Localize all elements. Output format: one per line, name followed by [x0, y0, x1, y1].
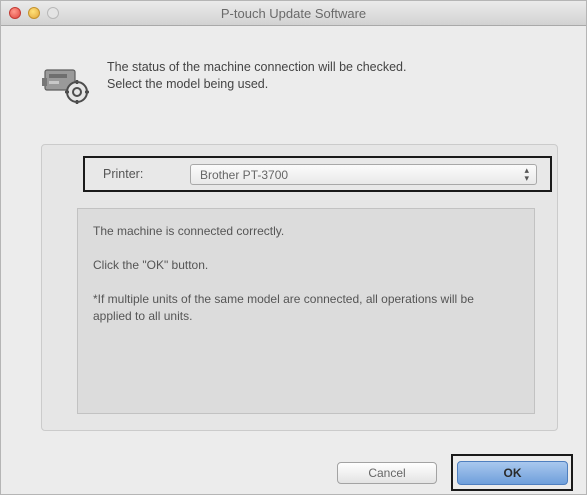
printer-row: Printer: Brother PT-3700 ▴ ▾ — [83, 156, 552, 192]
intro-line-1: The status of the machine connection wil… — [107, 60, 407, 74]
updown-arrows-icon: ▴ ▾ — [524, 165, 529, 183]
cancel-button[interactable]: Cancel — [337, 462, 437, 484]
ok-button[interactable]: OK — [457, 461, 568, 485]
printer-select-value: Brother PT-3700 — [200, 168, 289, 182]
status-message-line-2: Click the "OK" button. — [93, 258, 209, 272]
machine-connection-icon — [42, 69, 89, 104]
status-message-line-3: *If multiple units of the same model are… — [93, 292, 474, 323]
printer-label: Printer: — [103, 167, 144, 181]
dialog-window: P-touch Update Software The status of th… — [0, 0, 587, 495]
status-message-line-1: The machine is connected correctly. — [93, 224, 285, 238]
intro-text: The status of the machine connection wil… — [107, 59, 547, 93]
title-bar: P-touch Update Software — [1, 1, 586, 26]
window-title: P-touch Update Software — [220, 6, 367, 21]
status-message-box: The machine is connected correctly. Clic… — [77, 208, 535, 414]
printer-select[interactable]: Brother PT-3700 ▴ ▾ — [190, 164, 537, 185]
intro-line-2: Select the model being used. — [107, 77, 269, 91]
